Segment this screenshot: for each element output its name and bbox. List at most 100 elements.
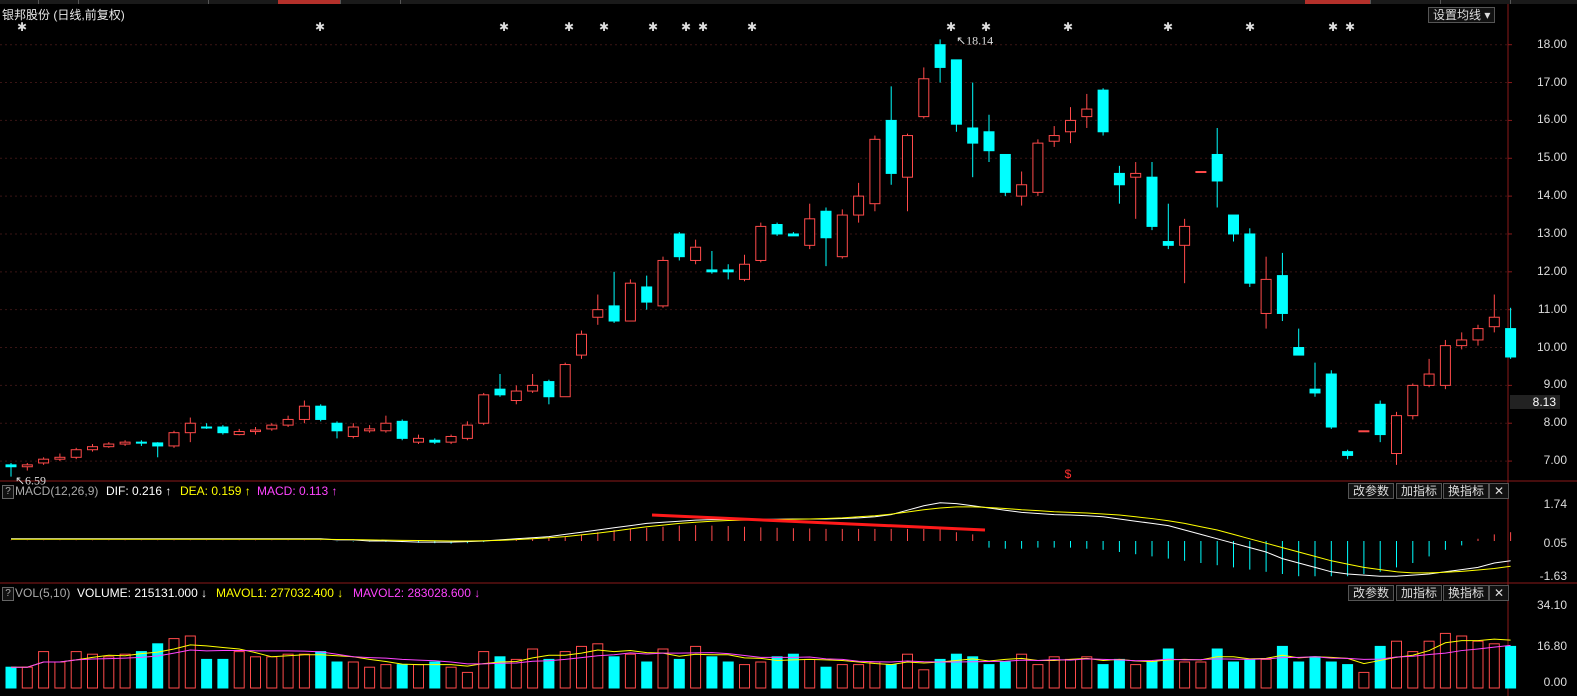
volume-bar [347, 661, 359, 689]
candle-body [1228, 214, 1239, 235]
current-price-tag: 8.13 [1510, 395, 1560, 409]
event-marker-star: ✱ [747, 20, 757, 34]
macd-add-indicator-button[interactable]: 加指标 [1396, 483, 1443, 499]
candle-body [1293, 347, 1305, 356]
volume-bar [1407, 651, 1419, 689]
event-marker-star: ✱ [1063, 20, 1073, 34]
macd-axis-mid: 0.05 [1543, 536, 1567, 550]
macd-axis-bottom: -1.63 [1539, 569, 1567, 583]
volume-bar [787, 653, 799, 689]
volume-bar [119, 653, 131, 689]
volume-bar [885, 664, 897, 689]
volume-bar [1113, 658, 1125, 689]
candle-body [494, 388, 506, 396]
candle-body [967, 127, 979, 144]
candle-body [1374, 403, 1386, 436]
volume-bar [1211, 648, 1223, 689]
event-marker-star: ✱ [681, 20, 691, 34]
price-axis-label: 16.00 [1536, 112, 1567, 127]
candle-body [559, 364, 571, 398]
volume-bar [510, 658, 522, 689]
volume-bar [21, 666, 33, 689]
vol-close-button[interactable]: ✕ [1489, 585, 1510, 601]
candle-body [250, 429, 261, 433]
candle-body [1276, 275, 1288, 314]
candle-body [934, 44, 946, 68]
candle-body [1179, 225, 1191, 246]
event-marker-star: ✱ [599, 20, 609, 34]
candle-body [1358, 430, 1370, 433]
price-axis-label: 17.00 [1536, 74, 1567, 89]
price-axis-label: 11.00 [1537, 301, 1567, 316]
candle-body [1032, 142, 1044, 193]
volume-bar [1456, 635, 1468, 689]
volume-bar [1146, 661, 1158, 689]
volume-bar [1276, 645, 1288, 689]
volume-bar [250, 656, 261, 689]
candle-body [1456, 339, 1468, 347]
candle-body [592, 309, 604, 318]
candle-body [869, 138, 881, 205]
vol-axis-top: 34.10 [1536, 598, 1567, 612]
stock-title: 银邦股份 (日线,前复权) [2, 7, 125, 23]
candle-body [1439, 345, 1451, 386]
candle-body [5, 464, 17, 468]
candle-body [690, 246, 702, 261]
price-axis-label: 14.00 [1536, 188, 1567, 203]
volume-bar [38, 651, 50, 689]
macd-help-icon[interactable]: ? [2, 485, 14, 499]
candle-body [902, 135, 913, 178]
vol-edit-params-button[interactable]: 改参数 [1348, 585, 1395, 601]
volume-bar [396, 664, 408, 689]
candle-body [347, 426, 359, 437]
candle-body [1472, 328, 1484, 341]
volume-bar [1423, 640, 1435, 689]
candle-body [804, 218, 816, 246]
vol-name: VOL(5,10) [15, 586, 71, 600]
event-marker-star: ✱ [1163, 20, 1173, 34]
volume-bar [950, 653, 962, 689]
candle-body [396, 420, 408, 439]
macd-change-indicator-button[interactable]: 换指标 [1443, 483, 1490, 499]
volume-bar [918, 669, 930, 689]
vol-axis-mid: 16.80 [1536, 639, 1567, 653]
candle-body [1097, 89, 1109, 133]
price-axis-label: 8.00 [1543, 415, 1567, 430]
set-ma-button[interactable]: 设置均线 ▾ [1428, 7, 1496, 23]
candle-body [608, 305, 620, 322]
event-marker-star: ✱ [564, 20, 574, 34]
vol-help-icon[interactable]: ? [2, 587, 14, 601]
price-axis-label: 13.00 [1536, 225, 1567, 240]
price-axis-label: 18.00 [1536, 36, 1567, 51]
vol-change-indicator-button[interactable]: 换指标 [1443, 585, 1490, 601]
price-axis-label: 7.00 [1543, 453, 1567, 468]
candle-body [543, 381, 555, 398]
vol-add-indicator-button[interactable]: 加指标 [1396, 585, 1443, 601]
volume-bar [461, 671, 473, 689]
volume-bar [1391, 640, 1402, 689]
candle-body [461, 424, 473, 439]
candle-body [1130, 172, 1142, 178]
volume-bar [201, 658, 213, 689]
volume-bar [608, 656, 620, 689]
candle-body [1065, 119, 1076, 133]
candle-body [885, 119, 897, 174]
candle-body [1016, 184, 1028, 197]
volume-bar [559, 651, 571, 689]
event-marker-star: ✱ [648, 20, 658, 34]
macd-edit-params-button[interactable]: 改参数 [1348, 483, 1395, 499]
volume-bar [54, 661, 66, 689]
volume-bar [1048, 656, 1060, 689]
volume-bar [266, 656, 278, 689]
candle-body [1309, 388, 1321, 394]
high-price-label: ↖18.14 [956, 33, 993, 47]
candle-body [755, 225, 767, 261]
event-marker-star: ✱ [698, 20, 708, 34]
macd-axis-top: 1.74 [1543, 497, 1567, 511]
candle-body [576, 333, 587, 356]
candle-body [1391, 415, 1402, 455]
candle-body [266, 424, 278, 430]
volume-bar [1260, 658, 1272, 689]
volume-bar [429, 661, 441, 689]
macd-close-button[interactable]: ✕ [1489, 483, 1510, 499]
